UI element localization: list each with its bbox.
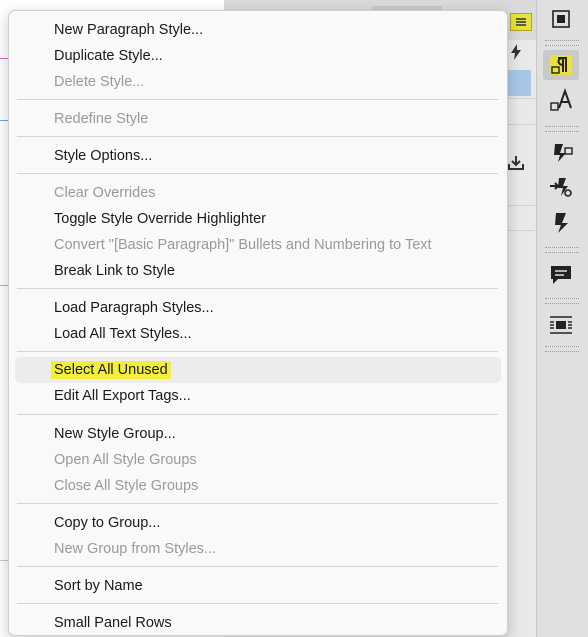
menu-item-duplicate-style[interactable]: Duplicate Style... (15, 43, 501, 69)
table-styles-icon[interactable] (543, 172, 579, 202)
lightning-icon[interactable] (510, 44, 522, 63)
menu-item-load-all-text-styles[interactable]: Load All Text Styles... (15, 321, 501, 347)
menu-item-label: Sort by Name (54, 578, 143, 594)
menu-item-label: New Paragraph Style... (54, 22, 204, 38)
menu-separator (17, 503, 498, 504)
import-icon[interactable] (508, 156, 524, 173)
menu-item-load-paragraph-styles[interactable]: Load Paragraph Styles... (15, 295, 501, 321)
menu-separator (17, 173, 498, 174)
menu-item-label: Toggle Style Override Highlighter (54, 211, 266, 227)
menu-item-label: Convert "[Basic Paragraph]" Bullets and … (54, 237, 432, 253)
menu-item-label: Load All Text Styles... (54, 326, 192, 342)
menu-item-label: Edit All Export Tags... (54, 388, 191, 404)
menu-separator (17, 566, 498, 567)
selected-style-row[interactable] (505, 70, 531, 96)
comments-icon[interactable] (543, 260, 579, 290)
dock-separator (545, 126, 579, 132)
panel-row-divider (505, 230, 535, 231)
menu-item-label: Delete Style... (54, 74, 145, 90)
menu-separator (17, 288, 498, 289)
panel-row-divider (505, 205, 535, 206)
menu-item-select-all-unused[interactable]: Select All Unused (15, 357, 501, 383)
menu-item-new-style-group[interactable]: New Style Group... (15, 421, 501, 447)
menu-item-edit-all-export-tags[interactable]: Edit All Export Tags... (15, 383, 501, 409)
menu-item-label: Style Options... (54, 148, 153, 164)
text-wrap-icon[interactable] (543, 310, 579, 340)
menu-item-new-paragraph-style[interactable]: New Paragraph Style... (15, 17, 501, 43)
menu-item-style-options[interactable]: Style Options... (15, 143, 501, 169)
dock-separator (545, 247, 579, 253)
menu-item-sort-by-name[interactable]: Sort by Name (15, 573, 501, 599)
cell-styles-icon[interactable] (543, 208, 579, 238)
object-styles-icon[interactable] (543, 138, 579, 168)
menu-item-clear-overrides: Clear Overrides (15, 180, 501, 206)
menu-item-toggle-override-highlighter[interactable]: Toggle Style Override Highlighter (15, 206, 501, 232)
frame-transform-icon[interactable] (543, 4, 579, 34)
menu-item-label: Load Paragraph Styles... (54, 300, 214, 316)
menu-item-convert-bullets: Convert "[Basic Paragraph]" Bullets and … (15, 232, 501, 258)
menu-separator (17, 414, 498, 415)
menu-separator (17, 351, 498, 352)
menu-item-open-all-style-groups: Open All Style Groups (15, 447, 501, 473)
panel-menu-icon[interactable] (510, 13, 532, 31)
dock-separator (545, 40, 579, 46)
menu-item-close-all-style-groups: Close All Style Groups (15, 473, 501, 499)
paragraph-styles-context-menu: New Paragraph Style... Duplicate Style..… (8, 10, 508, 636)
dock-separator (545, 346, 579, 352)
menu-item-label: Open All Style Groups (54, 452, 197, 468)
menu-separator (17, 603, 498, 604)
menu-item-new-group-from-styles: New Group from Styles... (15, 536, 501, 562)
character-styles-icon[interactable] (543, 86, 579, 116)
menu-item-redefine-style: Redefine Style (15, 106, 501, 132)
menu-item-label: Redefine Style (54, 111, 149, 127)
panel-row-divider (505, 98, 535, 99)
menu-item-label: Break Link to Style (54, 263, 175, 279)
menu-item-label: Copy to Group... (54, 515, 161, 531)
panel-dock (536, 0, 588, 637)
menu-item-delete-style: Delete Style... (15, 69, 501, 95)
menu-separator (17, 136, 498, 137)
menu-item-label: Select All Unused (51, 361, 171, 379)
panel-row-divider (505, 124, 535, 125)
menu-item-small-panel-rows[interactable]: Small Panel Rows (15, 610, 501, 636)
dock-separator (545, 298, 579, 304)
menu-separator (17, 99, 498, 100)
menu-item-label: New Style Group... (54, 426, 176, 442)
menu-item-label: New Group from Styles... (54, 541, 216, 557)
menu-item-copy-to-group[interactable]: Copy to Group... (15, 510, 501, 536)
menu-item-label: Small Panel Rows (54, 615, 172, 631)
menu-item-break-link-to-style[interactable]: Break Link to Style (15, 258, 501, 284)
menu-item-label: Duplicate Style... (54, 48, 163, 64)
menu-item-label: Close All Style Groups (54, 478, 199, 494)
paragraph-styles-icon[interactable] (543, 50, 579, 80)
menu-item-label: Clear Overrides (54, 185, 156, 201)
